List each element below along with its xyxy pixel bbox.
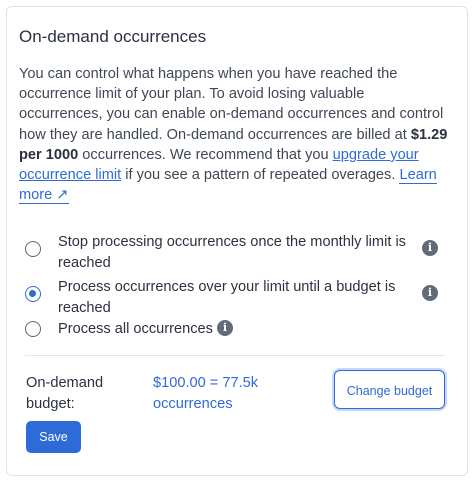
section-description: You can control what happens when you ha… [19, 64, 449, 205]
info-icon[interactable]: i [422, 240, 438, 256]
option-label: Process occurrences over your limit unti… [58, 279, 396, 316]
radio-process-all[interactable] [25, 321, 41, 337]
save-button[interactable]: Save [26, 421, 81, 453]
radio-process-until-budget[interactable] [25, 286, 41, 302]
info-icon[interactable]: i [422, 285, 438, 301]
description-text-3: if you see a pattern of repeated overage… [121, 167, 400, 184]
radio-stop-processing[interactable] [25, 241, 41, 257]
option-label: Process all occurrences [58, 321, 213, 337]
divider [25, 355, 445, 356]
description-text-2: occurrences. We recommend that you [78, 146, 333, 163]
budget-label: On-demand budget: [26, 375, 104, 412]
option-label: Stop processing occurrences once the mon… [58, 234, 406, 271]
section-title: On-demand occurrences [19, 27, 207, 46]
change-budget-button[interactable]: Change budget [334, 370, 445, 409]
info-icon[interactable]: i [217, 320, 233, 336]
budget-value: $100.00 = 77.5k occurrences [153, 375, 259, 412]
description-text-1: You can control what happens when you ha… [19, 66, 444, 143]
